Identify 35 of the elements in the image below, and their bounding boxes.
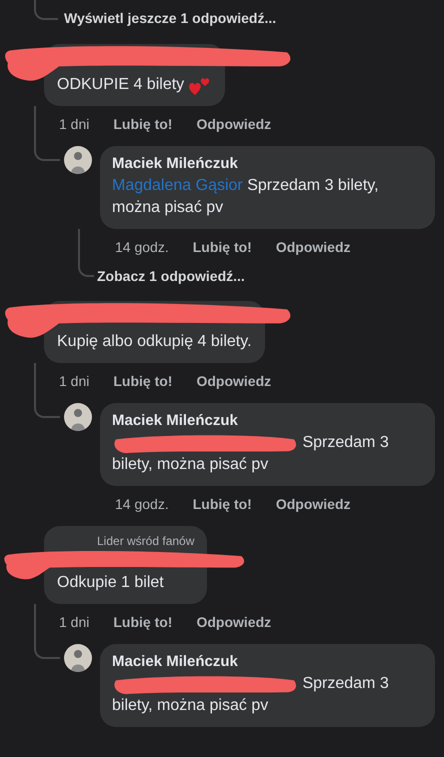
like-link[interactable]: Lubię to! <box>113 373 172 391</box>
thread-line <box>34 363 60 418</box>
comment-text: Kupię albo odkupię 4 bilety. <box>57 332 252 352</box>
like-link[interactable]: Lubię to! <box>192 239 252 257</box>
reply-link[interactable]: Odpowiedz <box>196 373 272 391</box>
comment-time: 1 dni <box>59 614 90 632</box>
comment-text: Odkupie 1 bilet <box>57 573 164 594</box>
more-replies-link[interactable]: Zobacz 1 odpowiedź... <box>97 268 245 284</box>
thread-line <box>34 604 60 660</box>
comment-text: ODKUPIE 4 bilety <box>57 75 184 95</box>
fan-badge-label: Lider wśród fanów <box>97 534 194 550</box>
reply-text: Sprzedam 3 bilety, można pisać pv <box>112 432 390 476</box>
reply-link[interactable]: Odpowiedz <box>276 496 350 514</box>
author-name[interactable]: Maciek Mileńczuk <box>112 412 423 429</box>
comment-time: 1 dni <box>59 373 90 391</box>
reply-text: Magdalena Gąsior Sprzedam 3 bilety, można pisać pv <box>112 176 380 218</box>
thread-line <box>34 106 60 161</box>
author-name[interactable]: Maciek Mileńczuk <box>112 653 423 670</box>
like-link[interactable]: Lubię to! <box>113 116 172 134</box>
like-link[interactable]: Lubię to! <box>113 614 172 632</box>
author-name[interactable]: Maciek Mileńczuk <box>112 155 423 172</box>
reply-time: 14 godz. <box>115 239 169 257</box>
avatar[interactable] <box>64 644 92 672</box>
reply-text: Sprzedam 3 bilety, można pisać pv <box>112 673 390 716</box>
thread-line <box>78 229 94 277</box>
comment-time: 1 dni <box>59 116 90 134</box>
more-replies-link[interactable]: Wyświetl jeszcze 1 odpowiedź... <box>64 10 276 26</box>
thread-line <box>34 0 58 20</box>
reply-time: 14 godz. <box>115 496 169 514</box>
reply-link[interactable]: Odpowiedz <box>196 116 272 134</box>
avatar[interactable] <box>64 146 92 174</box>
like-link[interactable]: Lubię to! <box>192 496 252 514</box>
reply-link[interactable]: Odpowiedz <box>196 614 272 632</box>
avatar[interactable] <box>64 403 92 431</box>
reply-link[interactable]: Odpowiedz <box>276 239 350 257</box>
